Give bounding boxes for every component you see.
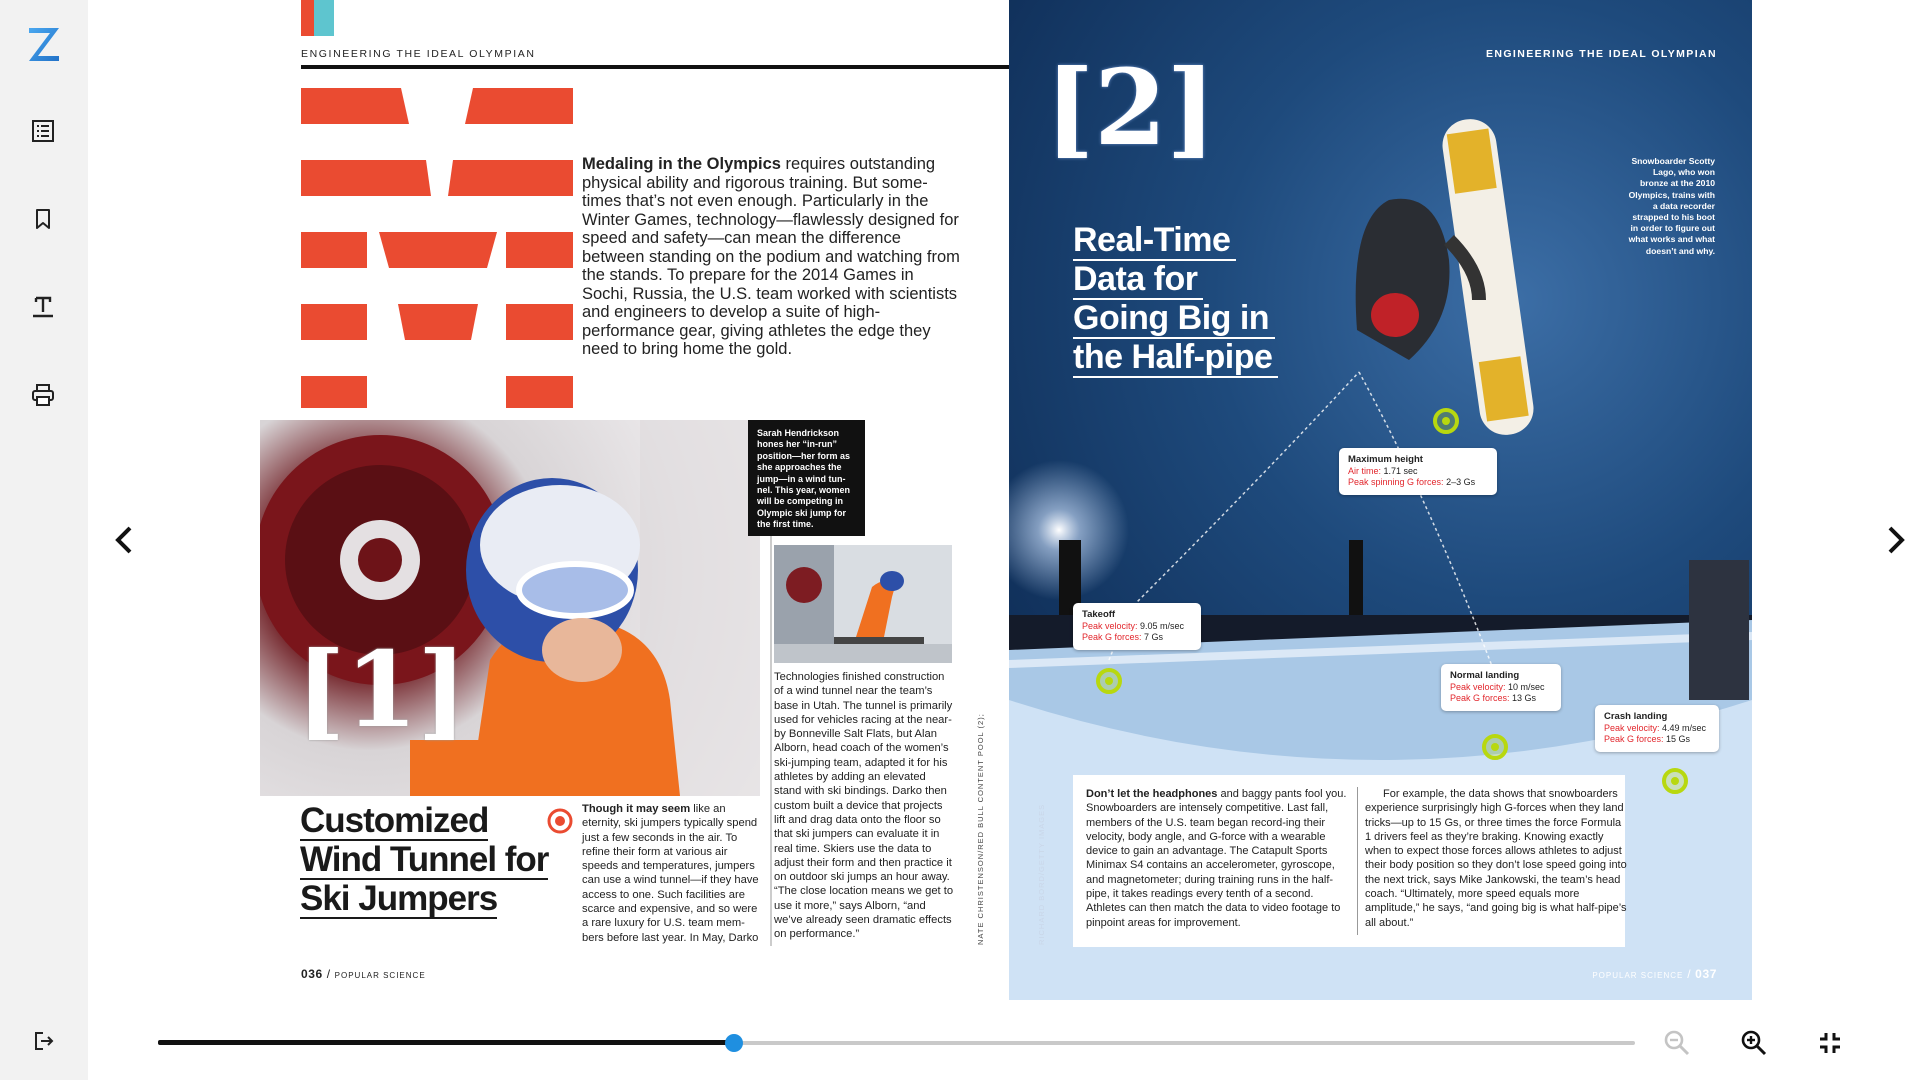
photo-credit-right: RICHARD BORD/GETTY IMAGES bbox=[1037, 803, 1046, 945]
right-text-box: Don’t let the headphones and baggy pants… bbox=[1073, 775, 1627, 947]
callout-title: Crash landing bbox=[1604, 711, 1668, 722]
callout-value: 13 Gs bbox=[1509, 693, 1537, 703]
callout-title: Maximum height bbox=[1348, 454, 1423, 465]
callout-label: Peak velocity: bbox=[1450, 681, 1506, 692]
body-col1-bold: Don’t let the headphones bbox=[1086, 788, 1218, 800]
callout-label: Peak velocity: bbox=[1604, 722, 1660, 733]
bookmark-button[interactable] bbox=[26, 202, 60, 236]
callout-label: Peak G forces: bbox=[1604, 734, 1664, 744]
zoom-in-button[interactable] bbox=[1737, 1026, 1771, 1060]
callout-label: Peak spinning G forces: bbox=[1348, 477, 1444, 487]
next-page-button[interactable] bbox=[1876, 520, 1916, 560]
headline-line: Customized bbox=[300, 801, 489, 841]
previous-page-button[interactable] bbox=[104, 520, 144, 560]
callout-label: Peak G forces: bbox=[1082, 632, 1142, 642]
target-marker-icon bbox=[1662, 768, 1688, 794]
print-button[interactable] bbox=[26, 378, 60, 412]
target-icon bbox=[547, 808, 573, 834]
folio-magazine: POPULAR SCIENCE bbox=[334, 971, 426, 980]
olympic-w-graphic bbox=[301, 88, 573, 408]
callout-title: Takeoff bbox=[1082, 609, 1116, 620]
target-marker-icon bbox=[1482, 734, 1508, 760]
zoom-out-button[interactable] bbox=[1660, 1026, 1694, 1060]
callout-normal-landing: Normal landing Peak velocity: 10 m/sec P… bbox=[1441, 664, 1561, 711]
right-page: ENGINEERING THE IDEAL OLYMPIAN [2] Real-… bbox=[1009, 0, 1752, 1000]
body-col1-text: like an eternity, ski jumpers typically … bbox=[582, 803, 759, 944]
callout-value: 10 m/sec bbox=[1505, 681, 1545, 692]
column-divider bbox=[770, 536, 772, 946]
body-col1-text: and baggy pants fool you. Snowboarders a… bbox=[1086, 788, 1347, 929]
color-tab-red bbox=[301, 0, 314, 36]
body-col1-bold: Though it may seem bbox=[582, 803, 691, 815]
callout-value: 1.71 sec bbox=[1381, 465, 1418, 476]
right-body-col-1: Don’t let the headphones and baggy pants… bbox=[1086, 787, 1348, 930]
headline-line: Real-Time bbox=[1073, 222, 1237, 261]
callout-label: Peak velocity: bbox=[1082, 620, 1138, 631]
left-body-col-2: Technologies finished construction of a … bbox=[774, 671, 954, 941]
printer-icon bbox=[32, 384, 54, 406]
running-head-right: ENGINEERING THE IDEAL OLYMPIAN bbox=[1485, 48, 1717, 60]
section-number-1: [1] bbox=[296, 628, 467, 751]
left-page: ENGINEERING THE IDEAL OLYMPIAN Medaling … bbox=[260, 0, 1009, 1000]
right-body-col-2: For example, the data shows that snowboa… bbox=[1365, 788, 1627, 929]
callout-takeoff: Takeoff Peak velocity: 9.05 m/sec Peak G… bbox=[1073, 603, 1201, 650]
zoom-out-icon bbox=[1664, 1030, 1690, 1056]
photo-caption-right: Snowboarder Scotty Lago, who won bronze … bbox=[1628, 156, 1715, 256]
folio-separator: / bbox=[322, 967, 335, 981]
headline-line: Wind Tunnel for bbox=[300, 840, 549, 880]
callout-value: 9.05 m/sec bbox=[1137, 620, 1185, 631]
chevron-left-icon bbox=[115, 526, 132, 554]
headline-line: Ski Jumpers bbox=[300, 879, 498, 919]
lede-text: requires outstanding physical ability an… bbox=[582, 155, 960, 358]
exit-fullscreen-button[interactable] bbox=[1813, 1026, 1847, 1060]
magazine-reader: ENGINEERING THE IDEAL OLYMPIAN Medaling … bbox=[0, 0, 1920, 1080]
callout-maximum-height: Maximum height Air time: 1.71 sec Peak s… bbox=[1339, 448, 1497, 495]
callout-value: 2–3 Gs bbox=[1443, 477, 1476, 487]
folio-number: 036 bbox=[301, 967, 323, 981]
color-tab-teal bbox=[314, 0, 334, 36]
z-logo-icon[interactable] bbox=[26, 24, 62, 64]
text-icon bbox=[33, 296, 53, 318]
lede-bold: Medaling in the Olympics bbox=[582, 155, 781, 173]
callout-title: Normal landing bbox=[1450, 670, 1520, 681]
column-divider bbox=[1357, 787, 1358, 935]
lede-paragraph: Medaling in the Olympics requires outsta… bbox=[582, 155, 962, 359]
page-slider-thumb[interactable] bbox=[725, 1034, 744, 1052]
bookmark-icon bbox=[36, 209, 50, 229]
headline-line: Data for bbox=[1073, 261, 1204, 300]
left-headline: Customized Wind Tunnel for Ski Jumpers bbox=[300, 801, 549, 919]
callout-label: Air time: bbox=[1348, 465, 1382, 476]
page-slider-progress bbox=[158, 1040, 735, 1045]
callout-value: 7 Gs bbox=[1141, 632, 1164, 642]
chevron-right-icon bbox=[1888, 526, 1905, 554]
target-marker-icon bbox=[1096, 668, 1122, 694]
table-of-contents-button[interactable] bbox=[26, 114, 60, 148]
section-number-2: [2] bbox=[1045, 46, 1216, 169]
headline-line: the Half-pipe bbox=[1073, 339, 1279, 378]
exit-fullscreen-icon bbox=[1820, 1033, 1840, 1053]
photo-caption-left: Sarah Hendrickson hones her “in-run” pos… bbox=[748, 420, 865, 536]
wind-tunnel-photo bbox=[774, 545, 952, 663]
running-head: ENGINEERING THE IDEAL OLYMPIAN bbox=[301, 48, 536, 60]
text-view-button[interactable] bbox=[26, 290, 60, 324]
zoom-in-icon bbox=[1741, 1030, 1767, 1056]
folio-separator: / bbox=[1683, 967, 1696, 981]
callout-label: Peak G forces: bbox=[1450, 693, 1510, 703]
magazine-spread: ENGINEERING THE IDEAL OLYMPIAN Medaling … bbox=[260, 0, 1752, 1000]
list-icon bbox=[32, 120, 54, 142]
callout-value: 15 Gs bbox=[1663, 734, 1691, 744]
target-marker-icon bbox=[1433, 408, 1459, 434]
folio-number: 037 bbox=[1695, 967, 1717, 981]
left-body-col-1: Though it may seem like an eternity, ski… bbox=[582, 802, 762, 945]
sidebar bbox=[0, 0, 88, 1080]
header-rule bbox=[301, 65, 1009, 69]
callout-value: 4.49 m/sec bbox=[1659, 722, 1707, 733]
photo-credit-left: NATE CHRISTENSON/RED BULL CONTENT POOL (… bbox=[976, 713, 985, 945]
callout-crash-landing: Crash landing Peak velocity: 4.49 m/sec … bbox=[1595, 705, 1719, 752]
headline-line: Going Big in bbox=[1073, 300, 1276, 339]
right-folio: POPULAR SCIENCE / 037 bbox=[1592, 967, 1717, 981]
folio-magazine: POPULAR SCIENCE bbox=[1592, 971, 1684, 980]
right-headline: Real-Time Data for Going Big in the Half… bbox=[1073, 222, 1279, 378]
left-folio: 036 / POPULAR SCIENCE bbox=[301, 967, 426, 981]
